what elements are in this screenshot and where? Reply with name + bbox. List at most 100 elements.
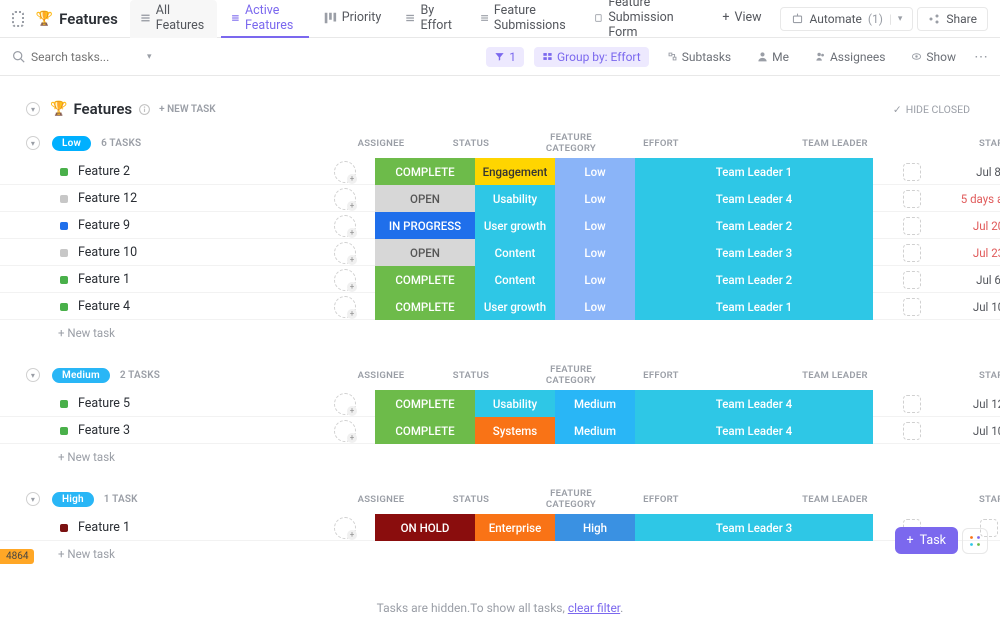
task-row[interactable]: Feature 10 OPEN Content Low Team Leader …: [0, 239, 1000, 266]
start-date-cell[interactable]: [873, 422, 950, 440]
leader-pill[interactable]: Team Leader 4: [635, 390, 873, 417]
collapse-group-icon[interactable]: ▾: [26, 368, 40, 382]
column-header[interactable]: STATUS: [421, 494, 521, 505]
category-pill[interactable]: Engagement: [475, 158, 555, 185]
assignees-chip[interactable]: Assignees: [807, 47, 893, 67]
assignee-placeholder-icon[interactable]: [334, 188, 356, 210]
tab-by-effort[interactable]: By Effort: [395, 0, 465, 38]
leader-pill[interactable]: Team Leader 4: [635, 417, 873, 444]
column-header[interactable]: ASSIGNEE: [351, 370, 411, 381]
status-pill[interactable]: COMPLETE: [375, 158, 475, 185]
assignee-placeholder-icon[interactable]: [334, 161, 356, 183]
add-view-button[interactable]: + View: [712, 0, 771, 38]
collapse-group-icon[interactable]: ▾: [26, 136, 40, 150]
automate-button[interactable]: Automate (1) | ▾: [780, 7, 914, 31]
assignee-placeholder-icon[interactable]: [334, 296, 356, 318]
assignee-cell[interactable]: [315, 296, 375, 318]
effort-pill[interactable]: Low: [555, 239, 635, 266]
tab-feature-submissions[interactable]: Feature Submissions: [470, 0, 581, 38]
category-pill[interactable]: Usability: [475, 185, 555, 212]
effort-pill[interactable]: Low: [555, 266, 635, 293]
leader-pill[interactable]: Team Leader 4: [635, 185, 873, 212]
start-date-cell[interactable]: [873, 217, 950, 235]
column-header[interactable]: FEATURE CATEGORY: [531, 488, 611, 510]
apps-grid-button[interactable]: [962, 528, 988, 554]
assignee-placeholder-icon[interactable]: [334, 242, 356, 264]
effort-pill[interactable]: Low: [555, 212, 635, 239]
assignee-placeholder-icon[interactable]: [334, 393, 356, 415]
status-pill[interactable]: OPEN: [375, 185, 475, 212]
chevron-down-icon[interactable]: ▾: [147, 52, 152, 62]
task-name-cell[interactable]: Feature 2: [0, 164, 315, 179]
task-name-cell[interactable]: Feature 5: [0, 396, 315, 411]
due-date-cell[interactable]: Jul 10: [950, 300, 1000, 314]
subtasks-chip[interactable]: Subtasks: [659, 47, 739, 67]
assignee-placeholder-icon[interactable]: [334, 420, 356, 442]
due-date-cell[interactable]: Jul 6: [950, 273, 1000, 287]
column-header[interactable]: ASSIGNEE: [351, 138, 411, 149]
start-date-cell[interactable]: [873, 190, 950, 208]
group-badge[interactable]: Medium: [52, 368, 110, 383]
assignee-placeholder-icon[interactable]: [334, 269, 356, 291]
task-row[interactable]: Feature 9 IN PROGRESS User growth Low Te…: [0, 212, 1000, 239]
group-badge[interactable]: Low: [52, 136, 91, 151]
start-date-cell[interactable]: [873, 244, 950, 262]
column-header[interactable]: TEAM LEADER: [711, 370, 959, 381]
due-date-cell[interactable]: Jul 20: [950, 219, 1000, 233]
task-name-cell[interactable]: Feature 1: [0, 272, 315, 287]
column-header[interactable]: STATUS: [421, 370, 521, 381]
status-pill[interactable]: IN PROGRESS: [375, 212, 475, 239]
search-box[interactable]: ▾: [12, 50, 152, 64]
effort-pill[interactable]: High: [555, 514, 635, 541]
column-header[interactable]: START DATE: [969, 494, 1000, 505]
new-task-row[interactable]: + New task: [0, 541, 1000, 567]
assignee-cell[interactable]: [315, 393, 375, 415]
assignee-cell[interactable]: [315, 215, 375, 237]
column-header[interactable]: STATUS: [421, 138, 521, 149]
column-header[interactable]: START DATE: [969, 138, 1000, 149]
assignee-cell[interactable]: [315, 242, 375, 264]
column-header[interactable]: TEAM LEADER: [711, 138, 959, 149]
category-pill[interactable]: User growth: [475, 212, 555, 239]
leader-pill[interactable]: Team Leader 1: [635, 158, 873, 185]
task-row[interactable]: Feature 3 COMPLETE Systems Medium Team L…: [0, 417, 1000, 444]
info-icon[interactable]: [138, 103, 151, 116]
effort-pill[interactable]: Low: [555, 185, 635, 212]
group-by-chip[interactable]: Group by: Effort: [534, 47, 649, 67]
tab-feature-submission-form[interactable]: Feature Submission Form: [584, 0, 708, 38]
task-name-cell[interactable]: Feature 4: [0, 299, 315, 314]
leader-pill[interactable]: Team Leader 2: [635, 266, 873, 293]
assignee-cell[interactable]: [315, 269, 375, 291]
column-header[interactable]: START DATE: [969, 370, 1000, 381]
task-row[interactable]: Feature 2 COMPLETE Engagement Low Team L…: [0, 158, 1000, 185]
task-row[interactable]: Feature 5 COMPLETE Usability Medium Team…: [0, 390, 1000, 417]
due-date-cell[interactable]: 5 days ago: [950, 192, 1000, 206]
leader-pill[interactable]: Team Leader 1: [635, 293, 873, 320]
due-date-cell[interactable]: Jul 23: [950, 246, 1000, 260]
task-name-cell[interactable]: Feature 10: [0, 245, 315, 260]
effort-pill[interactable]: Medium: [555, 417, 635, 444]
category-pill[interactable]: User growth: [475, 293, 555, 320]
assignee-cell[interactable]: [315, 420, 375, 442]
effort-pill[interactable]: Low: [555, 293, 635, 320]
share-button[interactable]: Share: [917, 7, 988, 31]
column-header[interactable]: FEATURE CATEGORY: [531, 364, 611, 386]
due-date-cell[interactable]: Jul 10: [950, 424, 1000, 438]
task-row[interactable]: Feature 4 COMPLETE User growth Low Team …: [0, 293, 1000, 320]
column-header[interactable]: EFFORT: [621, 138, 701, 149]
new-task-row[interactable]: + New task: [0, 444, 1000, 470]
column-header[interactable]: FEATURE CATEGORY: [531, 132, 611, 154]
column-header[interactable]: EFFORT: [621, 370, 701, 381]
collapse-group-icon[interactable]: ▾: [26, 492, 40, 506]
leader-pill[interactable]: Team Leader 3: [635, 514, 873, 541]
task-row[interactable]: Feature 1 COMPLETE Content Low Team Lead…: [0, 266, 1000, 293]
assignee-cell[interactable]: [315, 188, 375, 210]
assignee-cell[interactable]: [315, 161, 375, 183]
column-header[interactable]: EFFORT: [621, 494, 701, 505]
category-pill[interactable]: Content: [475, 239, 555, 266]
new-task-row[interactable]: + New task: [0, 320, 1000, 346]
column-header[interactable]: TEAM LEADER: [711, 494, 959, 505]
start-date-cell[interactable]: [873, 395, 950, 413]
task-name-cell[interactable]: Feature 9: [0, 218, 315, 233]
assignee-cell[interactable]: [315, 517, 375, 539]
